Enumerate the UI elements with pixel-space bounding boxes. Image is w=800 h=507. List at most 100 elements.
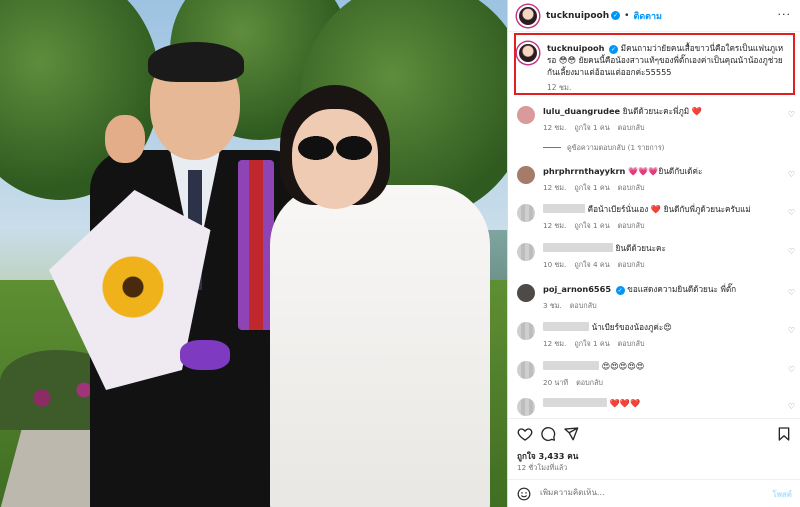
comment-text: น้าเบียร์ของน้องภูค่ะ😍	[591, 322, 672, 332]
caption-text: tucknuipooh ✓ มีคนถามว่ายัยคนเสื้อขาวนี่…	[547, 42, 785, 78]
blurred-username	[543, 361, 599, 370]
comment-input[interactable]	[540, 488, 740, 497]
more-options-icon[interactable]: ···	[778, 8, 792, 21]
comment-time[interactable]: 12 ชม.	[543, 221, 566, 230]
comment-item: poj_arnon6565 ✓ ขอแสดงความยินดีด้วยนะ พี…	[517, 284, 795, 312]
post-caption: tucknuipooh ✓ มีคนถามว่ายัยคนเสื้อขาวนี่…	[517, 42, 787, 94]
purple-ribbon	[180, 340, 230, 370]
sunglasses	[294, 135, 376, 161]
comment-like-heart-icon[interactable]: ♡	[788, 110, 795, 119]
blurred-username	[543, 204, 585, 213]
reply-button[interactable]: ตอบกลับ	[570, 301, 597, 310]
comment-item: น้าเบียร์ของน้องภูค่ะ😍 12 ชม. ถูกใจ 1 คน ต…	[517, 322, 795, 350]
comment-item: lulu_duangrudee ยินดีด้วยนะคะพี่ภูมิ ❤️ …	[517, 106, 795, 134]
author-avatar[interactable]	[517, 4, 539, 27]
post-date[interactable]: 12 ชั่วโมงที่แล้ว	[517, 463, 567, 474]
photo-woman	[270, 85, 490, 507]
caption-username[interactable]: tucknuipooh	[547, 43, 604, 53]
post-comment-button[interactable]: โพสต์	[772, 488, 792, 501]
post-actions-bar: ถูกใจ 3,433 คน 12 ชั่วโมงที่แล้ว	[508, 418, 800, 478]
likes-count[interactable]: ถูกใจ 3,433 คน	[517, 450, 578, 463]
commenter-avatar-blurred[interactable]	[517, 243, 535, 261]
comment-time[interactable]: 10 ชม.	[543, 260, 566, 269]
comment-list[interactable]: lulu_duangrudee ยินดีด้วยนะคะพี่ภูมิ ❤️ …	[508, 100, 800, 418]
comment-time[interactable]: 20 นาที	[543, 378, 568, 387]
post-side-panel: tucknuipooh ✓ • ติดตาม ··· tucknuipooh ✓…	[507, 0, 800, 507]
view-replies-label: ดูข้อความตอบกลับ (1 รายการ)	[567, 143, 665, 152]
comment-text: ยินดีด้วยนะคะ	[615, 243, 666, 253]
emoji-icon[interactable]	[517, 487, 531, 501]
comment-text: 💗💗💗ยินดีกับเด้ค่ะ	[627, 166, 703, 176]
commenter-username[interactable]: lulu_duangrudee	[543, 106, 620, 116]
comment-like-heart-icon[interactable]: ♡	[788, 247, 795, 256]
caption-timestamp[interactable]: 12 ชม.	[547, 82, 785, 94]
peace-sign-hand	[105, 115, 145, 163]
reply-button[interactable]: ตอบกลับ	[618, 183, 645, 192]
share-icon[interactable]	[563, 426, 579, 442]
add-comment-bar: โพสต์	[508, 479, 800, 507]
commenter-avatar-blurred[interactable]	[517, 204, 535, 222]
comment-like-heart-icon[interactable]: ♡	[788, 170, 795, 179]
comment-time[interactable]: 12 ชม.	[543, 183, 566, 192]
comment-text: ขอแสดงความยินดีด้วยนะ พี่ตั๊ก	[627, 284, 737, 294]
sunflower	[98, 252, 168, 322]
verified-badge-icon: ✓	[611, 11, 621, 20]
commenter-avatar-blurred[interactable]	[517, 322, 535, 340]
commenter-avatar[interactable]	[517, 106, 535, 124]
comment-like-heart-icon[interactable]: ♡	[788, 208, 795, 217]
separator-dot: •	[624, 10, 630, 21]
comment-likes[interactable]: ถูกใจ 4 คน	[574, 260, 609, 269]
post-header: tucknuipooh ✓ • ติดตาม ···	[508, 0, 800, 32]
comment-icon[interactable]	[540, 426, 556, 442]
verified-badge-icon: ✓	[609, 45, 619, 54]
comment-item: 😍😍😍😍😍 20 นาที ตอบกลับ ♡	[517, 361, 795, 389]
commenter-avatar[interactable]	[517, 284, 535, 302]
white-dress	[270, 185, 490, 507]
commenter-username[interactable]: phrphrrnthayykrn	[543, 166, 625, 176]
comment-time[interactable]: 12 ชม.	[543, 339, 566, 348]
author-username[interactable]: tucknuipooh	[546, 11, 609, 21]
instagram-post-modal: tucknuipooh ✓ • ติดตาม ··· tucknuipooh ✓…	[0, 0, 800, 507]
graduation-sash	[238, 160, 274, 330]
commenter-avatar-blurred[interactable]	[517, 361, 535, 379]
bookmark-icon[interactable]	[776, 426, 792, 442]
commenter-username[interactable]: poj_arnon6565	[543, 284, 611, 294]
view-replies-button[interactable]: ดูข้อความตอบกลับ (1 รายการ)	[543, 143, 665, 154]
comment-like-heart-icon[interactable]: ♡	[788, 402, 795, 411]
commenter-avatar[interactable]	[517, 166, 535, 184]
comment-item: คือน้าเบียร์นั่นเอง ❤️ ยินดีกับพี่ภูด้วย…	[517, 204, 795, 232]
sunflower-bouquet	[30, 190, 230, 390]
comment-like-heart-icon[interactable]: ♡	[788, 288, 795, 297]
comment-text: ยินดีด้วยนะคะพี่ภูมิ ❤️	[622, 106, 702, 116]
reply-button[interactable]: ตอบกลับ	[618, 221, 645, 230]
verified-badge-icon: ✓	[615, 286, 625, 295]
comment-time[interactable]: 3 ชม.	[543, 301, 562, 310]
comment-text: ❤️❤️❤️	[609, 398, 641, 408]
comment-item: ยินดีด้วยนะคะ 10 ชม. ถูกใจ 4 คน ตอบกลับ ♡	[517, 243, 795, 271]
comment-likes[interactable]: ถูกใจ 1 คน	[574, 183, 609, 192]
comment-item: ❤️❤️❤️ ♡	[517, 398, 795, 416]
comment-likes[interactable]: ถูกใจ 1 คน	[574, 221, 609, 230]
comment-item: phrphrrnthayykrn 💗💗💗ยินดีกับเด้ค่ะ 12 ชม…	[517, 166, 795, 194]
comment-likes[interactable]: ถูกใจ 1 คน	[574, 123, 609, 132]
reply-button[interactable]: ตอบกลับ	[618, 339, 645, 348]
post-photo[interactable]	[0, 0, 507, 507]
replies-rule	[543, 147, 561, 148]
comment-likes[interactable]: ถูกใจ 1 คน	[574, 339, 609, 348]
blurred-username	[543, 398, 607, 407]
reply-button[interactable]: ตอบกลับ	[576, 378, 603, 387]
comment-like-heart-icon[interactable]: ♡	[788, 365, 795, 374]
commenter-avatar-blurred[interactable]	[517, 398, 535, 416]
comment-text: 😍😍😍😍😍	[601, 361, 645, 371]
heart-icon[interactable]	[517, 426, 533, 442]
reply-button[interactable]: ตอบกลับ	[618, 123, 645, 132]
reply-button[interactable]: ตอบกลับ	[618, 260, 645, 269]
comment-text: คือน้าเบียร์นั่นเอง ❤️ ยินดีกับพี่ภูด้วย…	[587, 204, 751, 214]
caption-author-avatar[interactable]	[517, 42, 539, 64]
comment-like-heart-icon[interactable]: ♡	[788, 326, 795, 335]
comment-time[interactable]: 12 ชม.	[543, 123, 566, 132]
blurred-username	[543, 322, 589, 331]
graduate-hair	[148, 42, 244, 82]
follow-button[interactable]: ติดตาม	[633, 9, 662, 23]
blurred-username	[543, 243, 613, 252]
